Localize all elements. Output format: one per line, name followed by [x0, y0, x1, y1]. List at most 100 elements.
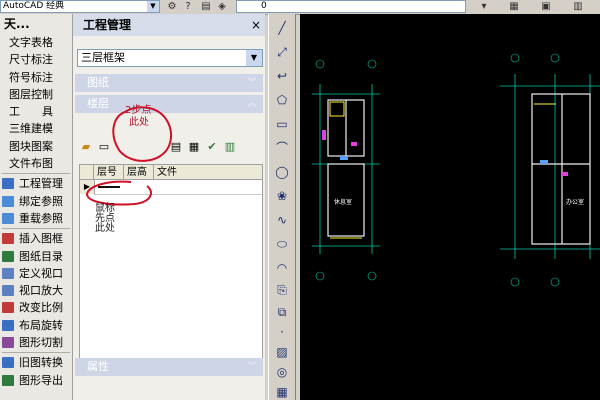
polygon-icon[interactable]: ⬠: [274, 92, 290, 108]
menu-item[interactable]: 视口放大: [0, 282, 72, 299]
menu-item-label: 绑定参照: [19, 194, 63, 208]
revision-cloud-icon[interactable]: ❀: [274, 188, 290, 204]
menu-item-label: 图形切割: [19, 336, 63, 350]
column-file[interactable]: 文件: [154, 165, 262, 180]
section-floors-label: 楼层: [87, 97, 109, 110]
layer-select[interactable]: 0: [236, 0, 466, 13]
menu-item[interactable]: 工程管理: [0, 175, 72, 192]
annotation-step2-line2: 此处: [129, 117, 149, 128]
chevron-down-icon[interactable]: ▼: [147, 1, 159, 12]
menu-item-icon: [2, 302, 14, 314]
menu-item-label: 旧图转换: [19, 356, 63, 370]
menu-item-icon: [2, 250, 14, 262]
menu-item-label: 尺寸标注: [9, 53, 53, 67]
workspace-select[interactable]: AutoCAD 经典 ▼: [0, 0, 160, 13]
drawing-canvas[interactable]: 休息室 办公室: [300, 14, 600, 400]
chevron-down-icon[interactable]: ▾: [478, 1, 490, 12]
table-row[interactable]: [94, 194, 262, 195]
menu-item-icon: [2, 212, 14, 224]
double-chevron-down-icon[interactable]: ︾: [245, 358, 259, 376]
menu-item-label: 图纸目录: [19, 249, 63, 263]
annotation-step1-line3: 此处: [95, 223, 115, 234]
make-block-icon[interactable]: ⧉: [274, 304, 290, 320]
menu-item-label: 布局旋转: [19, 318, 63, 332]
menu-item[interactable]: 改变比例: [0, 299, 72, 316]
menu-item-icon: [2, 178, 14, 190]
ellipse-arc-icon[interactable]: ◠: [274, 260, 290, 276]
table-icon[interactable]: ▤: [169, 140, 183, 154]
menu-item[interactable]: 图形切割: [0, 334, 72, 351]
project-value: 三层框架: [81, 51, 125, 64]
menu-item[interactable]: 插入图框: [0, 230, 72, 247]
menu-item[interactable]: 文件布图: [0, 155, 72, 172]
menu-item-label: 工程管理: [19, 177, 63, 191]
menu-item[interactable]: 图形导出: [0, 372, 72, 389]
help-icon[interactable]: ?: [182, 1, 194, 12]
section-properties[interactable]: 属性 ︾: [75, 358, 263, 376]
rectangle-icon[interactable]: ▭: [274, 116, 290, 132]
check-icon[interactable]: ✔: [205, 140, 219, 154]
spline-icon[interactable]: ∿: [274, 212, 290, 228]
menu-item[interactable]: 绑定参照: [0, 193, 72, 210]
gear-icon[interactable]: ⚙: [166, 1, 178, 12]
insert-block-icon[interactable]: ⎘: [274, 282, 290, 298]
menu-item-label: 文字表格: [9, 36, 53, 49]
menu-item[interactable]: 尺寸标注: [0, 51, 72, 68]
section-properties-label: 属性: [87, 360, 109, 373]
chevron-down-icon[interactable]: ▼: [246, 50, 262, 66]
menu-separator: [2, 352, 70, 354]
menu-item[interactable]: 图块图案: [0, 138, 72, 155]
layer-state-icon[interactable]: ◈: [216, 1, 228, 12]
menu-item[interactable]: 三维建模: [0, 120, 72, 137]
building-icon[interactable]: ▥: [223, 140, 237, 154]
circle-icon[interactable]: ◯: [274, 164, 290, 180]
menu-item-label: 符号标注: [9, 70, 53, 84]
point-icon[interactable]: ·: [274, 324, 290, 340]
menu-item[interactable]: 工 具: [0, 103, 72, 120]
properties-icon[interactable]: ▦: [508, 1, 520, 12]
current-row-marker-icon[interactable]: ▶: [80, 180, 95, 194]
table-icon[interactable]: ▦: [274, 384, 290, 400]
menu-item[interactable]: 重载参照: [0, 210, 72, 227]
menu-item[interactable]: 旧图转换: [0, 354, 72, 371]
hatch-icon[interactable]: ▨: [274, 344, 290, 360]
double-chevron-down-icon[interactable]: ︾: [245, 74, 259, 92]
arc-icon[interactable]: ⌒: [274, 140, 290, 156]
menu-item[interactable]: 定义视口: [0, 265, 72, 282]
left-menu: 天... 文字表格 尺寸标注 符号标注 图层控制工 具三维建模 图块图案 文件布图 工程管理…: [0, 14, 73, 400]
menu-item-label: 插入图框: [19, 232, 63, 246]
section-drawings[interactable]: 图纸 ︾: [75, 74, 263, 92]
menu-item-icon: [2, 374, 14, 386]
ellipse-icon[interactable]: ⬭: [274, 236, 290, 252]
menu-item-label: 文件布图: [9, 157, 53, 171]
open-folder-icon[interactable]: ▰: [79, 140, 93, 154]
menu-item-icon: [2, 195, 14, 207]
color-icon[interactable]: ▥: [572, 1, 584, 12]
project-select[interactable]: 三层框架 ▼: [77, 49, 263, 67]
menu-item-label: 视口放大: [19, 284, 63, 298]
panel-title-text: 工程管理: [83, 18, 132, 32]
menu-item-label: 图层控制: [9, 87, 53, 101]
region-icon[interactable]: ◎: [274, 364, 290, 380]
double-chevron-up-icon[interactable]: ︽: [245, 95, 259, 113]
menu-item-label: 定义视口: [19, 266, 63, 280]
section-floors[interactable]: 楼层 ︽: [75, 95, 263, 113]
menu-item[interactable]: 布局旋转: [0, 317, 72, 334]
column-floor-height[interactable]: 层高: [124, 165, 154, 180]
menu-item[interactable]: 文字表格: [0, 34, 72, 51]
select-file-icon[interactable]: ▭: [97, 140, 111, 154]
menu-item[interactable]: 图层控制: [0, 86, 72, 103]
line-icon[interactable]: ╱: [274, 20, 290, 36]
menu-item[interactable]: 符号标注: [0, 69, 72, 86]
construction-line-icon[interactable]: ⤢: [274, 44, 290, 60]
menu-item[interactable]: 图纸目录: [0, 248, 72, 265]
match-icon[interactable]: ▣: [540, 1, 552, 12]
layer-manager-icon[interactable]: ▤: [200, 1, 212, 12]
column-floor-number[interactable]: 层号: [94, 165, 124, 180]
polyline-icon[interactable]: ↩: [274, 68, 290, 84]
layer-value: 0: [261, 1, 267, 11]
menu-separator: [2, 173, 70, 175]
close-icon[interactable]: ×: [251, 14, 261, 36]
menu-item-label: 图形导出: [19, 373, 63, 387]
grid-icon[interactable]: ▦: [187, 140, 201, 154]
